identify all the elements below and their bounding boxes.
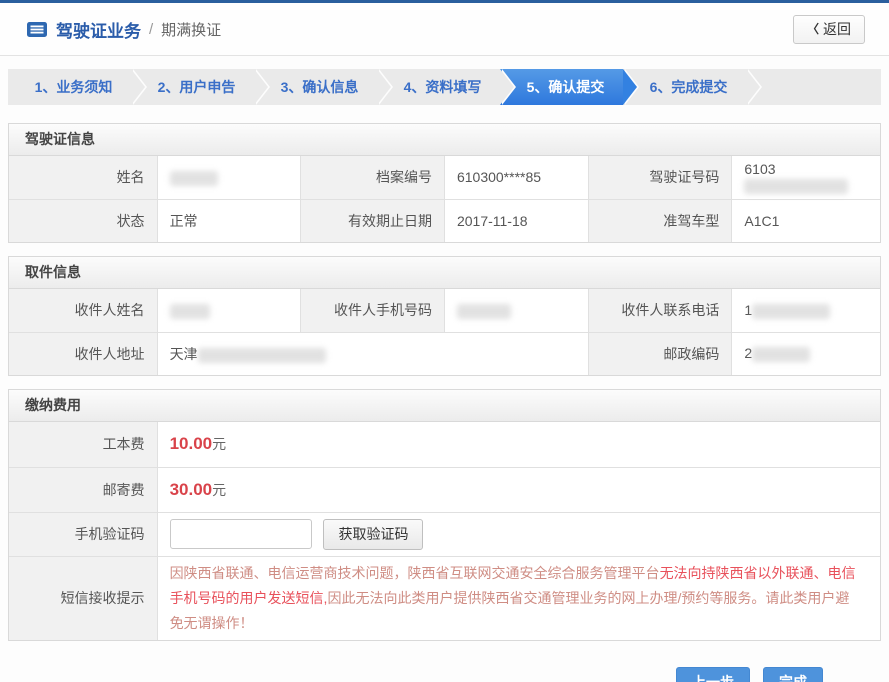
license-info-table: 姓名 档案编号 610300****85 驾驶证号码 6103 状态 正常 有效… xyxy=(9,156,880,242)
file-no-label: 档案编号 xyxy=(301,156,445,199)
work-fee-amount: 10.00 xyxy=(170,434,213,453)
recipient-mobile-value xyxy=(444,289,588,332)
redacted-value xyxy=(198,348,326,363)
table-row: 邮寄费 30.00元 xyxy=(9,467,880,512)
back-button[interactable]: 〈 返回 xyxy=(793,15,865,44)
post-fee-amount: 30.00 xyxy=(170,480,213,499)
work-fee-label: 工本费 xyxy=(9,422,157,467)
expiry-value: 2017-11-18 xyxy=(444,199,588,242)
table-row: 状态 正常 有效期止日期 2017-11-18 准驾车型 A1C1 xyxy=(9,199,880,242)
pickup-section-title: 取件信息 xyxy=(9,257,880,289)
fees-section-title: 缴纳费用 xyxy=(9,390,880,422)
breadcrumb-current: 期满换证 xyxy=(161,19,221,40)
license-no-value: 6103 xyxy=(732,156,880,199)
footer-actions: 上一步 完成 xyxy=(0,654,889,682)
status-label: 状态 xyxy=(9,199,157,242)
table-row: 短信接收提示 因陕西省联通、电信运营商技术问题，陕西省互联网交通安全综合服务管理… xyxy=(9,556,880,640)
table-row: 收件人地址 天津 邮政编码 2 xyxy=(9,332,880,375)
redacted-value xyxy=(170,304,210,319)
sms-code-cell: 获取验证码 xyxy=(157,512,880,556)
work-fee-value: 10.00元 xyxy=(157,422,880,467)
back-button-label: 返回 xyxy=(823,16,851,43)
name-value xyxy=(157,156,301,199)
step-tab-confirm-info[interactable]: 3、确认信息 xyxy=(254,69,377,105)
get-code-button[interactable]: 获取验证码 xyxy=(323,519,423,550)
sms-code-label: 手机验证码 xyxy=(9,512,157,556)
postcode-label: 邮政编码 xyxy=(588,332,732,375)
previous-step-button[interactable]: 上一步 xyxy=(676,667,750,682)
redacted-value xyxy=(457,304,511,319)
sms-code-input[interactable] xyxy=(170,519,312,549)
sms-notice-cell: 因陕西省联通、电信运营商技术问题，陕西省互联网交通安全综合服务管理平台无法向持陕… xyxy=(157,556,880,640)
page-title: 驾驶证业务 xyxy=(56,17,141,42)
recipient-name-value xyxy=(157,289,301,332)
redacted-value xyxy=(752,347,810,362)
vehicle-class-value: A1C1 xyxy=(732,199,880,242)
redacted-value xyxy=(752,304,830,319)
sms-notice-text: 因陕西省联通、电信运营商技术问题，陕西省互联网交通安全综合服务管理平台无法向持陕… xyxy=(170,557,880,640)
back-chevron-icon: 〈 xyxy=(807,16,819,43)
finish-button[interactable]: 完成 xyxy=(763,667,823,682)
vehicle-class-label: 准驾车型 xyxy=(588,199,732,242)
file-no-value: 610300****85 xyxy=(444,156,588,199)
status-value: 正常 xyxy=(157,199,301,242)
table-row: 工本费 10.00元 xyxy=(9,422,880,467)
recipient-address-value: 天津 xyxy=(157,332,588,375)
post-fee-value: 30.00元 xyxy=(157,467,880,512)
license-info-section: 驾驶证信息 姓名 档案编号 610300****85 驾驶证号码 6103 状态… xyxy=(8,123,881,243)
recipient-address-label: 收件人地址 xyxy=(9,332,157,375)
pickup-info-section: 取件信息 收件人姓名 收件人手机号码 收件人联系电话 1 收件人地址 天津 邮政… xyxy=(8,256,881,376)
license-section-title: 驾驶证信息 xyxy=(9,124,880,156)
breadcrumb-divider: / xyxy=(149,21,153,38)
work-fee-unit: 元 xyxy=(212,436,226,452)
name-label: 姓名 xyxy=(9,156,157,199)
step-tab-confirm-submit-active[interactable]: 5、确认提交 xyxy=(500,69,623,105)
recipient-phone-value: 1 xyxy=(732,289,880,332)
step-tab-user-declaration[interactable]: 2、用户申告 xyxy=(131,69,254,105)
recipient-mobile-label: 收件人手机号码 xyxy=(301,289,445,332)
recipient-name-label: 收件人姓名 xyxy=(9,289,157,332)
redacted-value xyxy=(170,171,218,186)
step-bar-filler xyxy=(746,69,881,105)
fees-table: 工本费 10.00元 邮寄费 30.00元 手机验证码 获取验证码 短信接收提示… xyxy=(9,422,880,640)
table-row: 手机验证码 获取验证码 xyxy=(9,512,880,556)
step-tab-fill-materials[interactable]: 4、资料填写 xyxy=(377,69,500,105)
recipient-phone-label: 收件人联系电话 xyxy=(588,289,732,332)
step-tab-complete-submit[interactable]: 6、完成提交 xyxy=(623,69,746,105)
postcode-value: 2 xyxy=(732,332,880,375)
sms-notice-label: 短信接收提示 xyxy=(9,556,157,640)
license-no-label: 驾驶证号码 xyxy=(588,156,732,199)
step-wizard: 1、业务须知 2、用户申告 3、确认信息 4、资料填写 5、确认提交 6、完成提… xyxy=(8,69,881,105)
fees-section: 缴纳费用 工本费 10.00元 邮寄费 30.00元 手机验证码 获取验证码 短… xyxy=(8,389,881,641)
table-row: 姓名 档案编号 610300****85 驾驶证号码 6103 xyxy=(9,156,880,199)
document-list-icon xyxy=(26,21,48,38)
step-tab-business-notice[interactable]: 1、业务须知 xyxy=(8,69,131,105)
redacted-value xyxy=(744,179,848,194)
post-fee-label: 邮寄费 xyxy=(9,467,157,512)
post-fee-unit: 元 xyxy=(212,482,226,498)
page-header: 驾驶证业务 / 期满换证 〈 返回 xyxy=(0,3,889,56)
expiry-label: 有效期止日期 xyxy=(301,199,445,242)
pickup-info-table: 收件人姓名 收件人手机号码 收件人联系电话 1 收件人地址 天津 邮政编码 2 xyxy=(9,289,880,375)
table-row: 收件人姓名 收件人手机号码 收件人联系电话 1 xyxy=(9,289,880,332)
